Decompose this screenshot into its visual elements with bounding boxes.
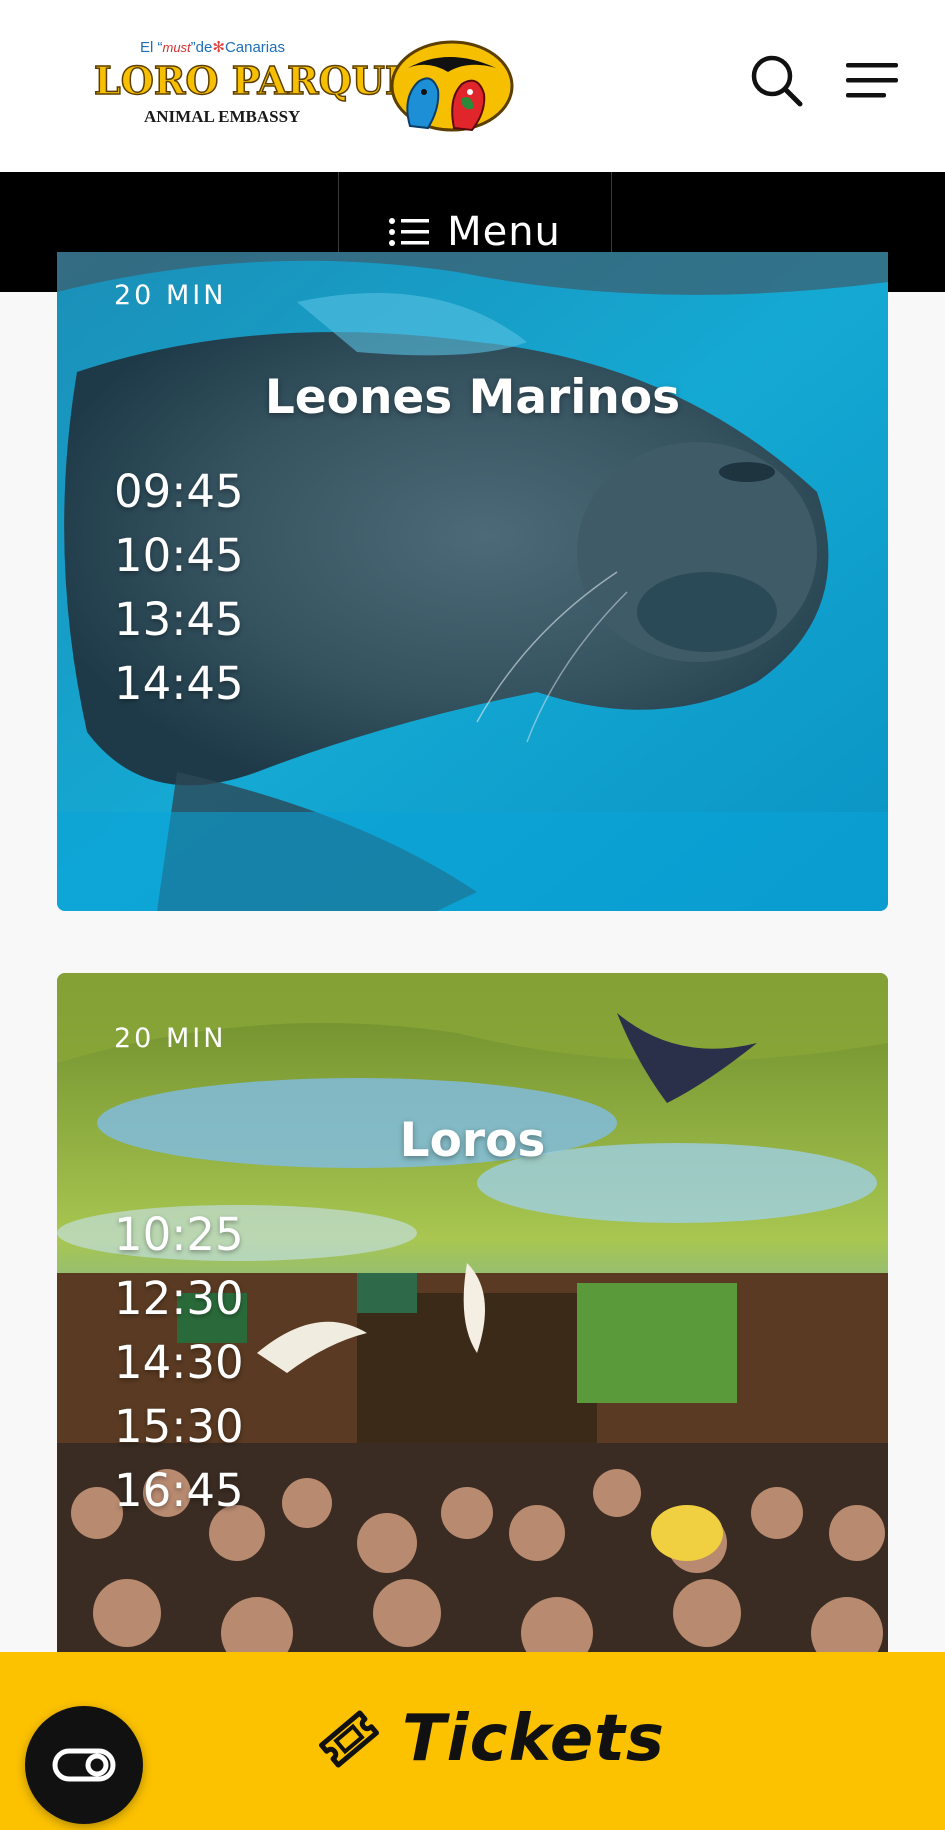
show-title: Loros (399, 1113, 546, 1168)
show-card-loros[interactable]: 20 MIN Loros 10:25 12:30 14:30 15:30 16:… (57, 973, 888, 1733)
show-time: 14:30 (114, 1336, 244, 1389)
search-button[interactable] (748, 52, 804, 108)
accessibility-toggle-button[interactable] (25, 1706, 143, 1824)
show-time: 10:45 (114, 529, 244, 582)
dolphin-parrot-emblem-icon (390, 40, 514, 132)
logo-subtitle: ANIMAL EMBASSY (144, 107, 301, 126)
logo-tagline: El “must”de✻Canarias (140, 38, 285, 56)
site-header: El “must”de✻Canarias LORO PARQUE ANIMAL … (0, 0, 945, 172)
show-time: 12:30 (114, 1272, 244, 1325)
logo-tag-prefix: El “ (140, 39, 163, 56)
show-time: 15:30 (114, 1400, 244, 1453)
logo-tag-suffix: Canarias (224, 39, 285, 56)
logo-tag-middle: ”de (190, 39, 213, 56)
logo-tag-must: must (162, 40, 191, 55)
tickets-content: Tickets (318, 1702, 665, 1776)
show-time: 09:45 (114, 465, 244, 518)
loro-parque-logo[interactable]: El “must”de✻Canarias LORO PARQUE ANIMAL … (92, 36, 522, 136)
show-duration: 20 MIN (114, 1023, 227, 1054)
show-time: 14:45 (114, 657, 244, 710)
show-title: Leones Marinos (264, 370, 681, 425)
show-duration: 20 MIN (114, 280, 227, 311)
show-times-list: 10:25 12:30 14:30 15:30 16:45 (114, 1203, 244, 1523)
show-time: 16:45 (114, 1464, 244, 1517)
accessibility-toggle-icon (52, 1748, 116, 1782)
tickets-label: Tickets (402, 1702, 665, 1776)
hamburger-menu-icon (846, 63, 898, 98)
show-time: 10:25 (114, 1208, 244, 1261)
tickets-button[interactable]: Tickets (0, 1652, 945, 1830)
show-time: 13:45 (114, 593, 244, 646)
menu-label: Menu (447, 209, 561, 255)
show-card-leones-marinos[interactable]: 20 MIN Leones Marinos 09:45 10:45 13:45 … (57, 252, 888, 911)
logo-wordmark: LORO PARQUE (93, 57, 414, 104)
ticket-icon (318, 1710, 380, 1768)
list-icon (389, 218, 430, 246)
search-icon (751, 55, 803, 107)
canarias-flower-icon: ✻ (212, 39, 225, 56)
hamburger-menu-button[interactable] (844, 60, 900, 102)
show-times-list: 09:45 10:45 13:45 14:45 (114, 460, 244, 716)
